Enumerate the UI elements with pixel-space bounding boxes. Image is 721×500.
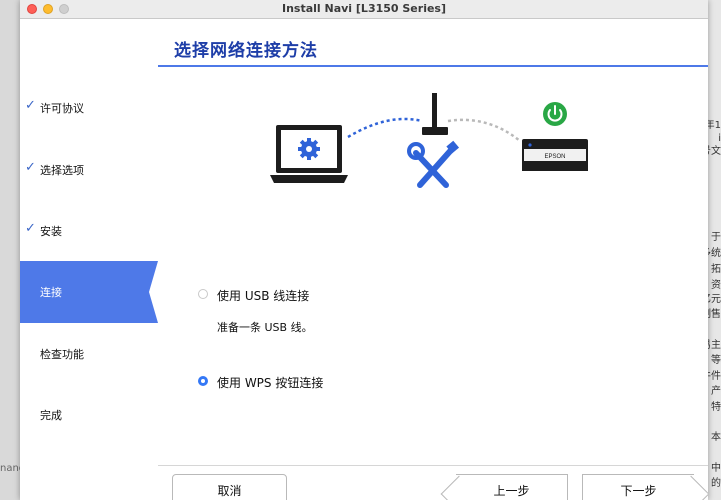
next-button-label: 下一步	[620, 484, 657, 498]
usb-option-description: 准备一条 USB 线。	[217, 321, 313, 334]
tools-icon	[407, 140, 460, 188]
wps-option-label[interactable]: 使用 WPS 按钮连接	[217, 374, 323, 391]
sidebar-step-label: 选择选项	[40, 164, 84, 177]
usb-radio-button[interactable]	[198, 289, 208, 299]
check-icon: ✓	[25, 221, 36, 236]
sidebar-step-check-functions: 检查功能	[20, 323, 158, 385]
background-text: 产	[711, 386, 721, 397]
background-window-strip: 年1 i 号文 于 多统 拓 资 亿元 制售 易主 等 件件 产 特 本 中 的	[701, 0, 721, 500]
printer-icon: EPSON	[522, 139, 588, 171]
check-icon: ✓	[25, 98, 36, 113]
cancel-button[interactable]: 取消	[172, 474, 287, 500]
background-text: 拓	[711, 264, 721, 275]
background-text: 等	[711, 355, 721, 366]
usb-option-label[interactable]: 使用 USB 线连接	[217, 287, 309, 304]
cancel-button-label: 取消	[217, 484, 242, 498]
sidebar-step-label: 完成	[40, 409, 62, 422]
background-text: 中	[711, 463, 721, 474]
sidebar-step-finish: 完成	[20, 384, 158, 446]
router-icon	[422, 93, 448, 135]
main-panel: 选择网络连接方法 EPSON 使用 USB 线连接 准备一条 USB 线。 使用…	[158, 19, 708, 500]
sidebar-step-label: 许可协议	[40, 102, 84, 115]
connection-line	[447, 118, 521, 142]
button-row-divider	[158, 465, 708, 466]
background-text: 的	[711, 478, 721, 489]
back-button-label: 上一步	[493, 484, 530, 498]
wps-radio-button[interactable]	[198, 376, 208, 386]
laptop-gear-icon	[270, 125, 348, 183]
sidebar-step-license: ✓ 许可协议	[20, 77, 158, 139]
power-icon	[543, 102, 567, 126]
background-text: 资	[711, 280, 721, 291]
sidebar-step-label: 检查功能	[40, 348, 84, 361]
sidebar-step-label: 安装	[40, 225, 62, 238]
page-title: 选择网络连接方法	[174, 41, 318, 61]
step-sidebar: ✓ 许可协议 ✓ 选择选项 ✓ 安装 连接 检查功能 完成	[20, 19, 158, 500]
title-divider	[158, 65, 708, 67]
background-text: 于	[711, 232, 721, 243]
connection-line	[347, 117, 423, 139]
back-button[interactable]: 上一步	[456, 474, 568, 500]
title-bar[interactable]: Install Navi [L3150 Series]	[20, 0, 708, 19]
sidebar-step-options: ✓ 选择选项	[20, 139, 158, 201]
sidebar-step-connect: 连接	[20, 261, 158, 323]
next-button[interactable]: 下一步	[582, 474, 694, 500]
installer-window: Install Navi [L3150 Series] ✓ 许可协议 ✓ 选择选…	[20, 0, 708, 500]
window-title: Install Navi [L3150 Series]	[281, 2, 447, 15]
background-text: 本	[711, 432, 721, 443]
connection-illustration: EPSON	[270, 93, 588, 188]
printer-brand-label: EPSON	[544, 154, 565, 160]
background-text: 特	[711, 402, 721, 413]
sidebar-step-label: 连接	[40, 286, 62, 299]
check-icon: ✓	[25, 160, 36, 175]
sidebar-step-install: ✓ 安装	[20, 200, 158, 262]
